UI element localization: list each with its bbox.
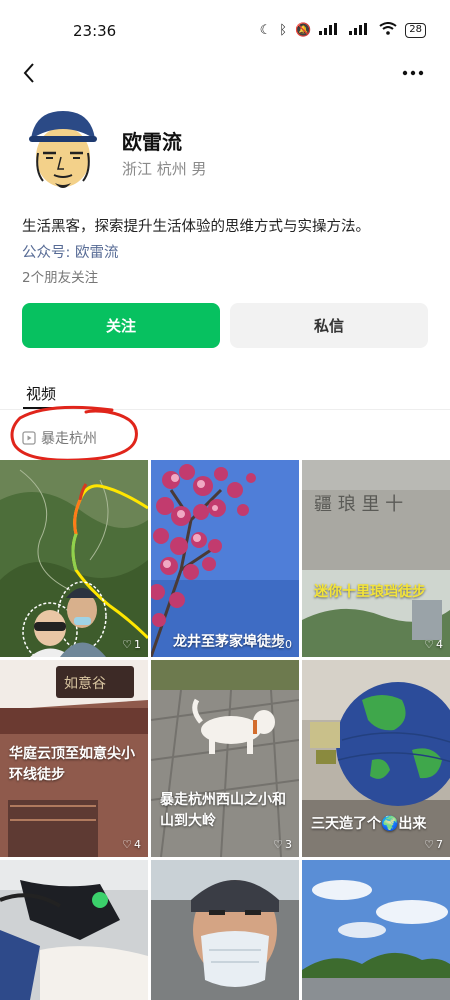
navbar: [0, 56, 450, 92]
heart-icon: ♡: [266, 638, 276, 651]
like-count: ♡ 7: [424, 838, 443, 851]
video-tile[interactable]: [0, 860, 148, 1000]
avatar[interactable]: [25, 105, 101, 195]
like-count: ♡ 20: [266, 638, 292, 651]
bluetooth-icon: ᛒ: [279, 23, 288, 38]
friends-following[interactable]: 2个朋友关注: [22, 266, 98, 286]
svg-text:疆 琅 里 十: 疆 琅 里 十: [314, 494, 403, 515]
heart-icon: ♡: [424, 638, 434, 651]
video-tile[interactable]: 如意谷 华庭云顶至如意尖小环线徒步 ♡ 4: [0, 660, 148, 857]
mute-icon: 🔕: [295, 23, 312, 38]
like-count: ♡ 3: [273, 838, 292, 851]
wifi-icon: [379, 22, 397, 39]
heart-icon: ♡: [122, 838, 132, 851]
video-tile[interactable]: 疆 琅 里 十 迷你十里琅珰徒步 ♡ 4: [302, 460, 450, 657]
status-time: 23:36: [73, 22, 117, 40]
video-caption: 华庭云顶至如意尖小环线徒步: [9, 746, 135, 783]
video-tile[interactable]: 暴走杭州西山之小和山到大岭 ♡ 3: [151, 660, 299, 857]
heart-icon: ♡: [273, 838, 283, 851]
video-tile[interactable]: 三天造了个🌍出来 ♡ 7: [302, 660, 450, 857]
follow-button[interactable]: 关注: [22, 303, 220, 348]
chevron-left-icon: [23, 63, 34, 83]
red-annotation-circle: [10, 405, 138, 462]
profile-bio: 生活黑客，探索提升生活体验的思维方式与实操方法。: [22, 219, 370, 235]
video-tile[interactable]: ♡ 1: [0, 460, 148, 657]
video-caption: 三天造了个🌍出来: [311, 816, 427, 832]
signal-icon: [349, 22, 371, 39]
like-count: ♡ 4: [424, 638, 443, 651]
video-caption: 迷你十里琅珰徒步: [314, 584, 426, 600]
status-bar: 23:36 ☾ ᛒ 🔕 28: [0, 0, 450, 56]
video-tile[interactable]: [302, 860, 450, 1000]
svg-text:如意谷: 如意谷: [64, 675, 106, 692]
more-horizontal-icon: [402, 70, 424, 76]
video-grid: ♡ 1 龙井至茅家埠徒步 ♡ 20 疆 琅 里 十 迷你十里琅珰徒步 ♡ 4 如…: [0, 460, 450, 1000]
heart-icon: ♡: [424, 838, 434, 851]
video-caption: 暴走杭州西山之小和山到大岭: [160, 792, 286, 829]
back-button[interactable]: [14, 58, 44, 88]
like-count: ♡ 1: [122, 638, 141, 651]
moon-icon: ☾: [259, 23, 272, 38]
profile-name: 欧雷流: [122, 130, 182, 154]
profile-location-gender: 浙江 杭州 男: [122, 160, 207, 178]
heart-icon: ♡: [122, 638, 132, 651]
official-account-link[interactable]: 公众号: 欧雷流: [22, 241, 119, 262]
video-tile[interactable]: 龙井至茅家埠徒步 ♡ 20: [151, 460, 299, 657]
tab-video[interactable]: 视频: [26, 383, 56, 404]
message-button[interactable]: 私信: [230, 303, 428, 348]
video-tile[interactable]: [151, 860, 299, 1000]
battery-icon: 28: [405, 23, 426, 38]
signal-icon: [319, 22, 341, 39]
status-icons: ☾ ᛒ 🔕 28: [260, 22, 426, 39]
like-count: ♡ 4: [122, 838, 141, 851]
more-button[interactable]: [398, 58, 428, 88]
